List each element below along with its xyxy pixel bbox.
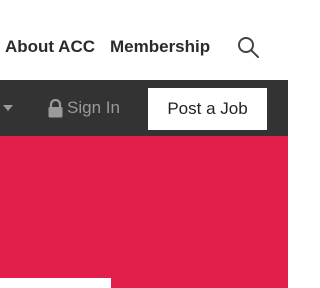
hero-card	[0, 278, 111, 288]
hero-banner	[0, 136, 288, 288]
search-icon[interactable]	[236, 35, 260, 59]
top-nav: About ACC Membership	[0, 0, 288, 80]
page: About ACC Membership Sign In Post a Job	[0, 0, 288, 288]
post-a-job-button[interactable]: Post a Job	[148, 88, 267, 130]
nav-link-about[interactable]: About ACC	[5, 37, 95, 57]
sign-in-link[interactable]: Sign In	[47, 97, 120, 119]
caret-down-icon[interactable]	[3, 105, 13, 111]
sign-in-label: Sign In	[67, 98, 120, 117]
nav-link-membership[interactable]: Membership	[110, 37, 210, 57]
lock-icon	[48, 98, 63, 117]
